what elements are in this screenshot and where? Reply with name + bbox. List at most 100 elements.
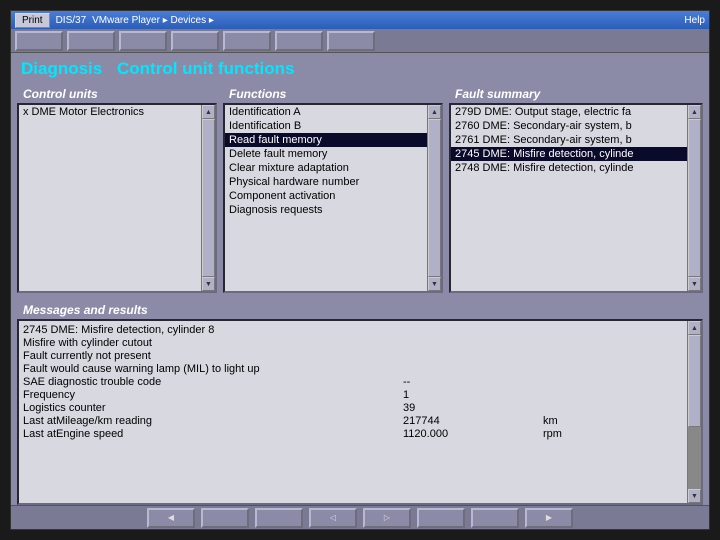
nav-first-button[interactable]: ◀ bbox=[147, 508, 195, 528]
print-button[interactable]: Print bbox=[15, 13, 50, 28]
list-item[interactable]: 2761 DME: Secondary-air system, b bbox=[451, 133, 687, 147]
result-label: Last atMileage/km reading bbox=[23, 415, 403, 427]
result-unit: rpm bbox=[543, 428, 603, 440]
scrollbar[interactable]: ▲ ▼ bbox=[687, 105, 701, 291]
list-item[interactable]: 2748 DME: Misfire detection, cylinde bbox=[451, 161, 687, 175]
result-unit bbox=[543, 363, 603, 375]
vmware-menu[interactable]: VMware Player ▸ Devices ▸ bbox=[92, 15, 214, 26]
list-item[interactable]: Identification B bbox=[225, 119, 427, 133]
result-unit bbox=[543, 324, 603, 336]
result-value: 39 bbox=[403, 402, 543, 414]
list-item[interactable]: Delete fault memory bbox=[225, 147, 427, 161]
list-item[interactable]: 2745 DME: Misfire detection, cylinde bbox=[451, 147, 687, 161]
toolbar-button[interactable] bbox=[119, 31, 167, 51]
fault-summary-listbox[interactable]: 279D DME: Output stage, electric fa2760 … bbox=[449, 103, 703, 293]
scroll-up-icon[interactable]: ▲ bbox=[688, 105, 701, 119]
scrollbar[interactable]: ▲ ▼ bbox=[687, 321, 701, 503]
result-value: 1120.000 bbox=[403, 428, 543, 440]
app-window: Print DIS/37 VMware Player ▸ Devices ▸ H… bbox=[10, 10, 710, 530]
result-label: Last atEngine speed bbox=[23, 428, 403, 440]
scrollbar[interactable]: ▲ ▼ bbox=[427, 105, 441, 291]
nav-button[interactable] bbox=[471, 508, 519, 528]
control-units-panel: Control units x DME Motor Electronics ▲ … bbox=[17, 85, 217, 293]
result-unit bbox=[543, 389, 603, 401]
list-item[interactable]: Component activation bbox=[225, 189, 427, 203]
result-value bbox=[403, 337, 543, 349]
list-item[interactable]: Diagnosis requests bbox=[225, 203, 427, 217]
nav-button[interactable] bbox=[201, 508, 249, 528]
nav-button[interactable] bbox=[417, 508, 465, 528]
result-unit: km bbox=[543, 415, 603, 427]
result-line: Last atEngine speed1120.000rpm bbox=[23, 427, 683, 440]
list-item[interactable]: Physical hardware number bbox=[225, 175, 427, 189]
list-item[interactable]: Clear mixture adaptation bbox=[225, 161, 427, 175]
result-line: Misfire with cylinder cutout bbox=[23, 336, 683, 349]
result-unit bbox=[543, 376, 603, 388]
toolbar-button[interactable] bbox=[223, 31, 271, 51]
list-item[interactable]: Read fault memory bbox=[225, 133, 427, 147]
toolbar-button[interactable] bbox=[171, 31, 219, 51]
list-item[interactable]: 279D DME: Output stage, electric fa bbox=[451, 105, 687, 119]
nav-next-button[interactable]: ▷ bbox=[363, 508, 411, 528]
result-value bbox=[403, 363, 543, 375]
control-units-header: Control units bbox=[17, 85, 217, 103]
fault-summary-panel: Fault summary 279D DME: Output stage, el… bbox=[449, 85, 703, 293]
result-line: SAE diagnostic trouble code-- bbox=[23, 375, 683, 388]
result-label: Fault would cause warning lamp (MIL) to … bbox=[23, 363, 403, 375]
results-listbox[interactable]: 2745 DME: Misfire detection, cylinder 8M… bbox=[17, 319, 703, 505]
result-unit bbox=[543, 350, 603, 362]
titlebar: Print DIS/37 VMware Player ▸ Devices ▸ H… bbox=[11, 11, 709, 29]
list-item[interactable]: x DME Motor Electronics bbox=[19, 105, 201, 119]
result-value: 1 bbox=[403, 389, 543, 401]
result-line: Fault currently not present bbox=[23, 349, 683, 362]
result-value: 217744 bbox=[403, 415, 543, 427]
breadcrumb-a: Diagnosis bbox=[21, 59, 102, 78]
help-link[interactable]: Help bbox=[684, 15, 705, 26]
scroll-down-icon[interactable]: ▼ bbox=[688, 489, 701, 503]
bottom-nav: ◀ ◁ ▷ ▶ bbox=[11, 505, 709, 529]
result-label: Misfire with cylinder cutout bbox=[23, 337, 403, 349]
result-label: 2745 DME: Misfire detection, cylinder 8 bbox=[23, 324, 403, 336]
result-value bbox=[403, 324, 543, 336]
result-label: Frequency bbox=[23, 389, 403, 401]
list-item[interactable]: Identification A bbox=[225, 105, 427, 119]
app-name: DIS/37 bbox=[56, 15, 87, 26]
fault-summary-header: Fault summary bbox=[449, 85, 703, 103]
result-line: 2745 DME: Misfire detection, cylinder 8 bbox=[23, 323, 683, 336]
list-item[interactable]: 2760 DME: Secondary-air system, b bbox=[451, 119, 687, 133]
panels-row: Control units x DME Motor Electronics ▲ … bbox=[11, 85, 709, 293]
breadcrumb-b: Control unit functions bbox=[117, 59, 295, 78]
control-units-listbox[interactable]: x DME Motor Electronics ▲ ▼ bbox=[17, 103, 217, 293]
result-line: Fault would cause warning lamp (MIL) to … bbox=[23, 362, 683, 375]
toolbar-button[interactable] bbox=[327, 31, 375, 51]
functions-header: Functions bbox=[223, 85, 443, 103]
result-line: Last atMileage/km reading217744km bbox=[23, 414, 683, 427]
result-label: Fault currently not present bbox=[23, 350, 403, 362]
nav-button[interactable] bbox=[255, 508, 303, 528]
scroll-down-icon[interactable]: ▼ bbox=[688, 277, 701, 291]
toolbar-button[interactable] bbox=[67, 31, 115, 51]
result-unit bbox=[543, 337, 603, 349]
nav-last-button[interactable]: ▶ bbox=[525, 508, 573, 528]
results-panel: Messages and results 2745 DME: Misfire d… bbox=[17, 301, 703, 505]
result-line: Frequency1 bbox=[23, 388, 683, 401]
scroll-down-icon[interactable]: ▼ bbox=[428, 277, 441, 291]
result-value bbox=[403, 350, 543, 362]
nav-prev-button[interactable]: ◁ bbox=[309, 508, 357, 528]
scroll-up-icon[interactable]: ▲ bbox=[428, 105, 441, 119]
result-line: Logistics counter39 bbox=[23, 401, 683, 414]
scroll-down-icon[interactable]: ▼ bbox=[202, 277, 215, 291]
result-unit bbox=[543, 402, 603, 414]
functions-panel: Functions Identification AIdentification… bbox=[223, 85, 443, 293]
top-toolbar bbox=[11, 29, 709, 53]
scrollbar[interactable]: ▲ ▼ bbox=[201, 105, 215, 291]
results-header: Messages and results bbox=[17, 301, 703, 319]
functions-listbox[interactable]: Identification AIdentification BRead fau… bbox=[223, 103, 443, 293]
scroll-up-icon[interactable]: ▲ bbox=[688, 321, 701, 335]
toolbar-button[interactable] bbox=[275, 31, 323, 51]
result-label: Logistics counter bbox=[23, 402, 403, 414]
result-label: SAE diagnostic trouble code bbox=[23, 376, 403, 388]
scroll-up-icon[interactable]: ▲ bbox=[202, 105, 215, 119]
breadcrumb: Diagnosis Control unit functions bbox=[11, 53, 709, 85]
toolbar-button[interactable] bbox=[15, 31, 63, 51]
